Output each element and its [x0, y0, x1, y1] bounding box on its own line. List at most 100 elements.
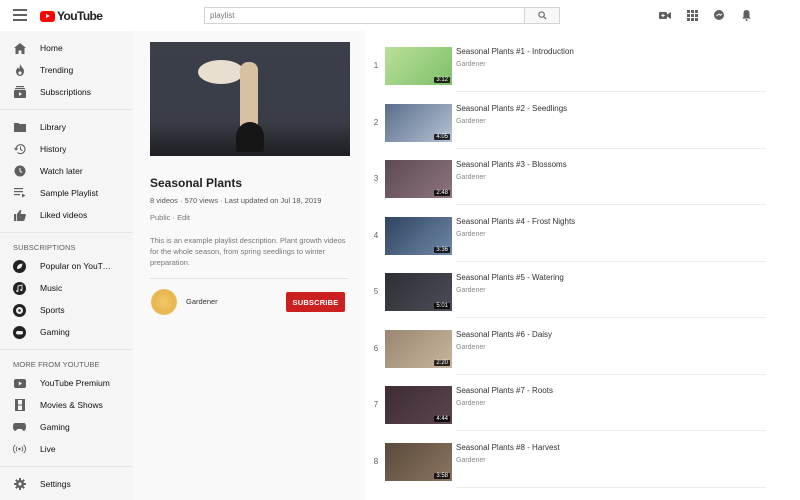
film-icon	[13, 399, 26, 412]
youtube-logo[interactable]: YouTube	[40, 9, 103, 23]
notifications-bell-icon[interactable]	[739, 8, 753, 22]
live-broadcast-icon	[13, 443, 26, 456]
sidebar-item-live[interactable]: Live	[0, 438, 133, 460]
video-index: 3	[373, 174, 379, 183]
video-title[interactable]: Seasonal Plants #1 - Introduction	[456, 47, 574, 56]
sidebar-item-label: Gaming	[40, 327, 70, 337]
video-thumbnail[interactable]: 2:20	[385, 329, 452, 368]
playlist-video-row[interactable]: 7 4:44 Seasonal Plants #7 - Roots Gardener	[365, 375, 766, 431]
video-channel[interactable]: Gardener	[456, 174, 486, 181]
search-icon	[537, 11, 547, 20]
subscriptions-heading: SUBSCRIPTIONS	[13, 242, 76, 252]
video-thumbnail[interactable]: 4:44	[385, 386, 452, 424]
sidebar-item-settings[interactable]: Settings	[0, 473, 133, 495]
video-thumbnail[interactable]: 3:36	[385, 216, 452, 255]
sidebar-item-trending[interactable]: Trending	[0, 59, 133, 81]
video-duration: 2:48	[434, 190, 450, 196]
video-thumbnail[interactable]: 3:12	[385, 47, 452, 85]
trending-flame-icon	[13, 64, 26, 77]
video-channel[interactable]: Gardener	[456, 61, 486, 68]
messages-icon[interactable]	[712, 8, 726, 22]
sidebar-item-history[interactable]: History	[0, 138, 133, 160]
sidebar-item-label: Trending	[40, 65, 74, 75]
video-index: 4	[373, 230, 379, 240]
sidebar-item-label: Liked videos	[40, 210, 88, 220]
video-title[interactable]: Seasonal Plants #7 - Roots	[456, 386, 553, 395]
playlist-video-row[interactable]: 3 2:48 Seasonal Plants #3 - Blossoms Garden…	[365, 149, 766, 205]
create-video-icon[interactable]	[658, 8, 672, 22]
sidebar-item-label: Popular on YouTube	[40, 261, 112, 271]
sidebar-item-label: Sample Playlist	[40, 188, 99, 198]
video-channel[interactable]: Gardener	[456, 231, 486, 238]
sidebar-item-music[interactable]: Music	[0, 277, 133, 299]
sidebar: Home Trending Subscriptions Library Hist…	[0, 31, 133, 500]
video-channel[interactable]: Gardener	[456, 344, 486, 351]
sidebar-item-label: Watch later	[40, 166, 83, 176]
apps-grid-icon[interactable]	[685, 8, 699, 22]
sidebar-item-watch-later[interactable]: Watch later	[0, 160, 133, 182]
search-button[interactable]	[524, 7, 560, 24]
video-thumbnail[interactable]: 3:58	[385, 442, 452, 481]
video-channel[interactable]: Gardener	[456, 118, 486, 125]
sidebar-divider	[0, 349, 133, 350]
playlist-meta: 8 videos · 570 views · Last updated on J…	[150, 196, 322, 205]
video-channel[interactable]: Gardener	[456, 287, 486, 294]
video-duration: 5:01	[434, 303, 450, 309]
playlist-video-list: 1 3:12 Seasonal Plants #1 - Introduction Ga…	[365, 31, 800, 500]
sidebar-item-label: Music	[40, 283, 63, 293]
playlist-video-row[interactable]: 8 3:58 Seasonal Plants #8 - Harvest Gardene…	[365, 432, 766, 488]
playlist-divider	[150, 278, 348, 279]
subscribe-button[interactable]: SUBSCRIBE	[286, 292, 345, 312]
sidebar-item-youtube-premium[interactable]: YouTube Premium	[0, 372, 133, 394]
sidebar-item-home[interactable]: Home	[0, 37, 133, 59]
top-bar: YouTube	[0, 0, 800, 31]
home-icon	[13, 42, 26, 55]
sidebar-item-sample-playlist[interactable]: Sample Playlist	[0, 182, 133, 204]
video-duration: 3:36	[434, 246, 450, 253]
sidebar-item-label: Library	[40, 122, 66, 132]
search-input[interactable]	[204, 7, 524, 24]
owner-name[interactable]: Gardener	[186, 297, 218, 306]
playlist-video-row[interactable]: 4 3:36 Seasonal Plants #4 - Frost Nights Ga…	[365, 206, 766, 262]
video-title[interactable]: Seasonal Plants #8 - Harvest	[456, 443, 560, 452]
sidebar-item-sports[interactable]: Sports	[0, 299, 133, 321]
playlist-video-row[interactable]: 6 2:20 Seasonal Plants #6 - Daisy Gardener	[365, 319, 766, 375]
playlist-video-row[interactable]: 1 3:12 Seasonal Plants #1 - Introduction Ga…	[365, 36, 766, 92]
sidebar-item-subscriptions[interactable]: Subscriptions	[0, 81, 133, 103]
sidebar-item-library[interactable]: Library	[0, 116, 133, 138]
video-title[interactable]: Seasonal Plants #4 - Frost Nights	[456, 217, 575, 226]
sidebar-item-liked-videos[interactable]: Liked videos	[0, 204, 133, 226]
video-duration: 3:58	[434, 472, 450, 479]
sidebar-item-label: Home	[40, 43, 63, 53]
video-index: 2	[373, 117, 379, 127]
playlist-info-panel: Seasonal Plants 8 videos · 570 views · L…	[133, 31, 365, 500]
playlist-thumbnail[interactable]	[150, 42, 350, 156]
sidebar-item-gaming[interactable]: Gaming	[0, 321, 133, 343]
video-channel[interactable]: Gardener	[456, 400, 486, 407]
clock-icon	[13, 165, 26, 178]
video-duration: 2:20	[434, 359, 450, 366]
playlist-video-row[interactable]: 2 4:05 Seasonal Plants #2 - Seedlings Garde…	[365, 93, 766, 149]
playlist-description: This is an example playlist description.…	[150, 236, 346, 267]
video-channel[interactable]: Gardener	[456, 457, 486, 464]
playlist-video-row[interactable]: 5 5:01 Seasonal Plants #5 - Watering Garden…	[365, 262, 766, 318]
hamburger-menu-icon[interactable]	[13, 9, 27, 21]
sidebar-item-movies-shows[interactable]: Movies & Shows	[0, 394, 133, 416]
sidebar-item-label: History	[40, 144, 67, 154]
video-title[interactable]: Seasonal Plants #3 - Blossoms	[456, 160, 567, 169]
video-thumbnail[interactable]: 2:48	[385, 160, 452, 198]
video-thumbnail[interactable]: 5:01	[385, 273, 452, 311]
video-title[interactable]: Seasonal Plants #6 - Daisy	[456, 330, 552, 339]
sidebar-divider	[0, 232, 133, 233]
owner-avatar[interactable]	[151, 289, 177, 315]
video-title[interactable]: Seasonal Plants #2 - Seedlings	[456, 104, 567, 113]
subscriptions-icon	[13, 86, 26, 99]
video-title[interactable]: Seasonal Plants #5 - Watering	[456, 273, 564, 282]
sidebar-item-label: Sports	[40, 305, 65, 315]
sidebar-item-popular-on-youtube[interactable]: Popular on YouTube	[0, 255, 133, 277]
premium-icon	[13, 377, 26, 390]
sidebar-item-gaming-more[interactable]: Gaming	[0, 416, 133, 438]
video-index: 8	[373, 456, 379, 466]
video-thumbnail[interactable]: 4:05	[385, 103, 452, 142]
gear-icon	[13, 478, 26, 491]
